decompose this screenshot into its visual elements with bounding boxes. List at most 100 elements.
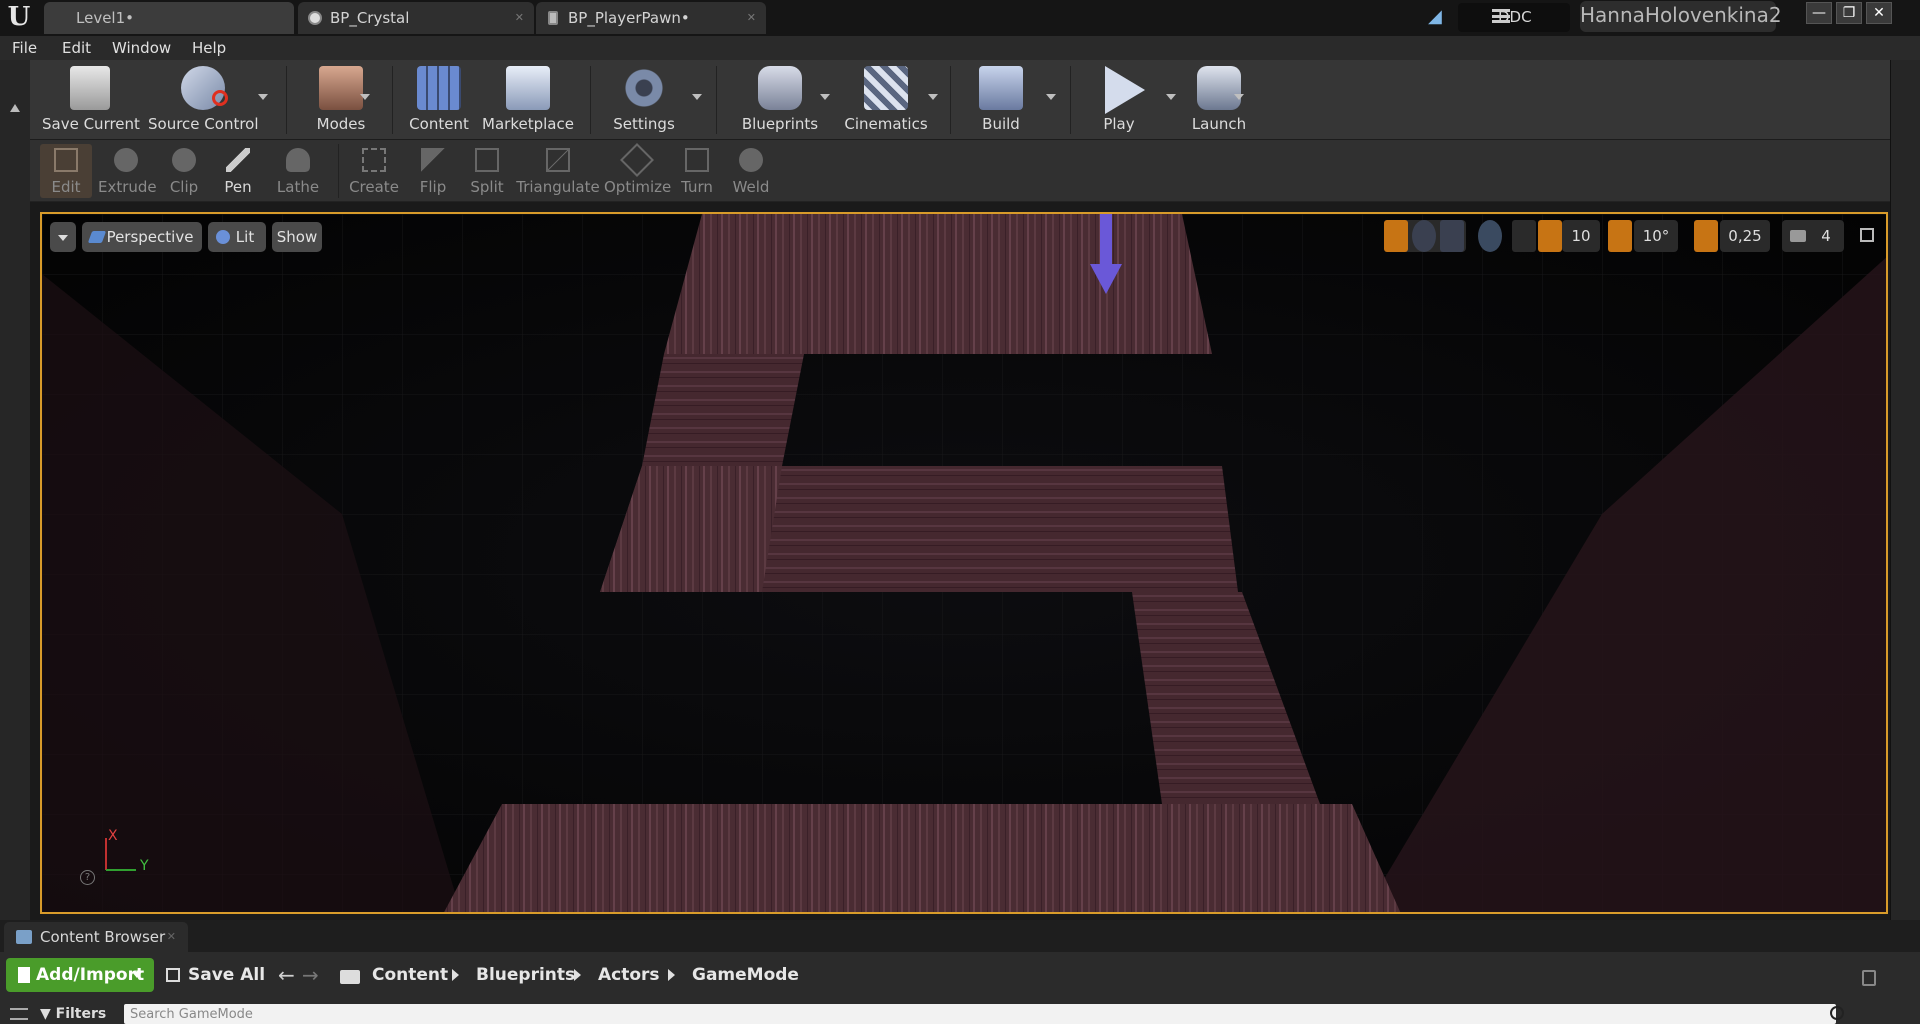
- breadcrumb-separator-icon[interactable]: [452, 969, 459, 981]
- geometry-weld-button[interactable]: Weld: [728, 144, 774, 198]
- geometry-lathe-button[interactable]: Lathe: [270, 144, 326, 198]
- geometry-clip-button[interactable]: Clip: [160, 144, 208, 198]
- content-browser-tab[interactable]: Content Browser ✕: [4, 922, 188, 952]
- scale-snap-icon[interactable]: [1694, 220, 1718, 252]
- blueprints-button[interactable]: Blueprints: [732, 60, 828, 140]
- perspective-button[interactable]: Perspective: [82, 222, 202, 252]
- build-dropdown[interactable]: [1046, 94, 1056, 100]
- menu-file[interactable]: File: [12, 36, 37, 60]
- ddc-button[interactable]: DDC: [1458, 3, 1570, 32]
- menu-edit[interactable]: Edit: [62, 36, 91, 60]
- scene-render[interactable]: [42, 214, 1888, 914]
- forward-arrow-icon[interactable]: →: [302, 958, 319, 992]
- breadcrumb-blueprints[interactable]: Blueprints: [476, 958, 575, 992]
- save-all-button[interactable]: Save All: [164, 958, 265, 992]
- toolbar-label: Content: [409, 115, 469, 133]
- toolbar-separator: [590, 66, 591, 134]
- play-button[interactable]: Play: [1080, 60, 1158, 140]
- geometry-pen-button[interactable]: Pen: [214, 144, 262, 198]
- launch-button[interactable]: Launch: [1180, 60, 1258, 140]
- add-import-button[interactable]: Add/Import: [6, 958, 154, 992]
- pen-icon: [226, 148, 250, 172]
- geometry-extrude-button[interactable]: Extrude: [98, 144, 157, 198]
- filters-button[interactable]: ▼ Filters: [40, 1004, 106, 1024]
- tab-level1[interactable]: Level1•: [44, 2, 294, 34]
- cinematics-button[interactable]: Cinematics: [840, 60, 932, 140]
- sources-toggle-icon[interactable]: [10, 1008, 28, 1020]
- launch-dropdown[interactable]: [1234, 94, 1244, 100]
- play-icon: [1105, 66, 1146, 114]
- source-control-button[interactable]: Source Control: [148, 60, 259, 140]
- lock-icon[interactable]: [1862, 970, 1876, 986]
- geometry-optimize-button[interactable]: Optimize: [604, 143, 671, 198]
- close-icon[interactable]: ✕: [167, 922, 176, 952]
- play-dropdown[interactable]: [1166, 94, 1176, 100]
- tab-bp-crystal[interactable]: BP_Crystal ✕: [298, 2, 534, 34]
- geometry-triangulate-button[interactable]: Triangulate: [516, 144, 600, 198]
- close-window-button[interactable]: ✕: [1866, 2, 1892, 24]
- optimize-icon: [620, 143, 654, 177]
- marketplace-button[interactable]: Marketplace: [480, 60, 576, 140]
- unreal-logo-icon[interactable]: U: [4, 2, 34, 32]
- geometry-turn-button[interactable]: Turn: [676, 144, 718, 198]
- search-icon[interactable]: [1830, 1006, 1844, 1020]
- maximize-viewport-icon[interactable]: [1860, 228, 1874, 242]
- toolbar-separator: [286, 66, 287, 134]
- breadcrumb-actors[interactable]: Actors: [598, 958, 660, 992]
- content-button[interactable]: Content: [400, 60, 478, 140]
- grid-snap-icon[interactable]: [1538, 220, 1562, 252]
- flip-icon: [421, 148, 445, 172]
- build-button[interactable]: Build: [962, 60, 1040, 140]
- modes-button[interactable]: Modes: [302, 60, 380, 140]
- breadcrumb-content[interactable]: Content: [372, 958, 448, 992]
- save-current-button[interactable]: Save Current: [42, 60, 140, 140]
- search-input[interactable]: [124, 1004, 1836, 1024]
- collapse-arrow-icon[interactable]: [10, 104, 20, 112]
- clip-icon: [172, 148, 196, 172]
- rotation-snap-icon[interactable]: [1608, 220, 1632, 252]
- minimize-button[interactable]: —: [1806, 2, 1832, 24]
- surface-snap-icon[interactable]: [1512, 220, 1536, 252]
- modes-dropdown[interactable]: [360, 94, 370, 100]
- folder-icon[interactable]: [340, 970, 360, 984]
- tab-bp-playerpawn[interactable]: BP_PlayerPawn• ✕: [536, 2, 766, 34]
- toolbar-label: Marketplace: [482, 115, 574, 133]
- menu-help[interactable]: Help: [192, 36, 226, 60]
- camera-speed-button[interactable]: 4: [1782, 220, 1844, 252]
- scale-snap-value[interactable]: 0,25: [1720, 220, 1770, 252]
- breadcrumb-separator-icon[interactable]: [668, 969, 675, 981]
- breadcrumb-separator-icon[interactable]: [574, 969, 581, 981]
- rotate-icon[interactable]: [1412, 220, 1436, 252]
- rotation-snap-value[interactable]: 10°: [1634, 220, 1678, 252]
- geometry-split-button[interactable]: Split: [462, 144, 512, 198]
- axis-indicator: X Y ?: [70, 826, 150, 896]
- level-viewport[interactable]: Perspective Lit Show 10 10° 0,25 4 X Y ?: [40, 212, 1888, 914]
- settings-dropdown[interactable]: [692, 94, 702, 100]
- cinematics-dropdown[interactable]: [928, 94, 938, 100]
- menu-bar: File Edit Window Help: [0, 36, 1920, 60]
- menu-window[interactable]: Window: [112, 36, 171, 60]
- maximize-button[interactable]: ❐: [1836, 2, 1862, 24]
- breadcrumb-gamemode[interactable]: GameMode: [692, 958, 799, 992]
- back-arrow-icon[interactable]: ←: [278, 958, 295, 992]
- viewport-options-button[interactable]: [50, 222, 76, 252]
- gear-icon: [622, 66, 666, 110]
- world-space-icon[interactable]: [1478, 220, 1502, 252]
- blueprints-dropdown[interactable]: [820, 94, 830, 100]
- source-control-dropdown[interactable]: [258, 94, 268, 100]
- geometry-flip-button[interactable]: Flip: [410, 144, 456, 198]
- scale-icon[interactable]: [1440, 220, 1464, 252]
- close-icon[interactable]: ✕: [747, 2, 756, 34]
- learn-icon[interactable]: ◢: [1428, 6, 1450, 28]
- help-icon[interactable]: ?: [80, 870, 95, 885]
- toolbar-label: Save Current: [42, 115, 140, 133]
- grid-snap-value[interactable]: 10: [1562, 220, 1600, 252]
- show-button[interactable]: Show: [272, 222, 322, 252]
- lit-button[interactable]: Lit: [208, 222, 266, 252]
- close-icon[interactable]: ✕: [515, 2, 524, 34]
- settings-button[interactable]: Settings: [602, 60, 686, 140]
- geometry-create-button[interactable]: Create: [344, 144, 404, 198]
- content-browser-icon: [16, 930, 32, 944]
- translate-icon[interactable]: [1384, 220, 1408, 252]
- geometry-edit-button[interactable]: Edit: [40, 144, 92, 198]
